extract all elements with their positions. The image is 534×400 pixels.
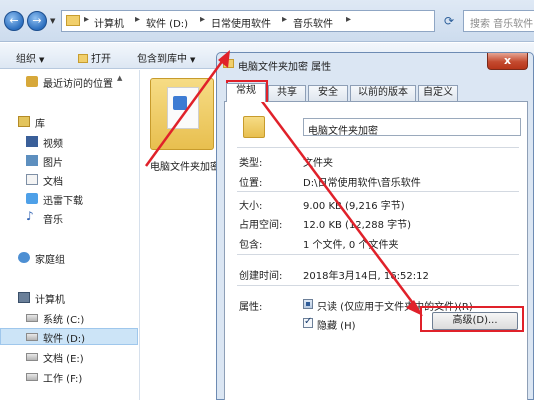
breadcrumb-drive-d[interactable]: 软件 (D:)	[146, 15, 188, 30]
type-label: 类型:	[239, 158, 263, 169]
recent-places-icon	[26, 76, 38, 87]
dialog-title: 电脑文件夹加密 属性	[238, 62, 332, 73]
folder-name-value: 电脑文件夹加密	[308, 126, 378, 137]
chevron-down-icon: ▼	[190, 56, 196, 64]
sidebar-item-label: 迅雷下载	[43, 196, 83, 207]
explorer-navigation-bar: ← → ▼ ▸ 计算机 ▸ 软件 (D:) ▸ 日常使用软件 ▸ 音乐软件 ▸ …	[0, 0, 534, 42]
disk-size-value: 12.0 KB (12,288 字节)	[303, 220, 412, 231]
hidden-checkbox[interactable]	[303, 316, 313, 328]
breadcrumb-daily-software[interactable]: 日常使用软件	[211, 15, 271, 30]
properties-dialog: 电脑文件夹加密 属性 x 常规 共享 安全 以前的版本 自定义 电脑文件夹加密 …	[216, 52, 534, 400]
organize-button[interactable]: 组织 ▼	[16, 50, 44, 65]
thunder-download-icon	[26, 193, 38, 204]
sidebar-item-label: 工作 (F:)	[43, 374, 83, 385]
music-note-icon: ♪	[26, 209, 34, 223]
folder-icon	[223, 59, 234, 68]
computer-icon	[18, 292, 30, 303]
search-input[interactable]: 搜索 音乐软件	[463, 10, 534, 32]
readonly-checkbox[interactable]	[303, 299, 313, 309]
divider	[237, 147, 519, 148]
folder-name-field[interactable]: 电脑文件夹加密	[303, 118, 521, 137]
sidebar-item-label: 库	[35, 119, 45, 130]
readonly-label[interactable]: 只读 (仅应用于文件夹中的文件)(R)	[317, 298, 473, 313]
folder-icon	[66, 15, 80, 26]
search-placeholder: 搜索 音乐软件	[470, 19, 534, 30]
tab-customize[interactable]: 自定义	[418, 85, 458, 101]
video-icon	[26, 136, 38, 147]
divider	[237, 191, 519, 192]
folder-item[interactable]: 电脑文件夹加密	[148, 78, 220, 178]
created-label: 创建时间:	[239, 271, 283, 282]
organize-label: 组织	[16, 54, 36, 65]
location-label: 位置:	[239, 178, 263, 189]
drive-icon	[26, 373, 38, 381]
divider	[237, 285, 519, 286]
contains-label: 包含:	[239, 240, 263, 251]
advanced-button[interactable]: 高级(D)...	[432, 312, 518, 330]
divider	[237, 254, 519, 255]
dialog-titlebar[interactable]: 电脑文件夹加密 属性 x	[217, 53, 533, 75]
drive-icon	[26, 314, 38, 322]
forward-arrow-icon[interactable]: →	[27, 11, 47, 31]
location-value: D:\日常使用软件\音乐软件	[303, 178, 421, 189]
include-in-library-button[interactable]: 包含到库中 ▼	[137, 50, 195, 65]
open-label: 打开	[91, 54, 111, 65]
sidebar-item-label: 音乐	[43, 215, 63, 226]
sidebar-item-label: 系统 (C:)	[43, 315, 85, 326]
type-value: 文件夹	[303, 158, 333, 169]
sidebar-item-label: 文档	[43, 177, 63, 188]
navigation-pane: ▲ 最近访问的位置 库 视频 图片 文档 迅雷下载 ♪ 音乐 家庭组 计算机 系…	[0, 70, 140, 400]
sidebar-item-label: 视频	[43, 139, 63, 150]
refresh-icon[interactable]: ⟳	[439, 10, 459, 32]
drive-icon	[26, 333, 38, 341]
breadcrumb-computer[interactable]: 计算机	[94, 15, 124, 30]
address-bar[interactable]: ▸ 计算机 ▸ 软件 (D:) ▸ 日常使用软件 ▸ 音乐软件 ▸ ▼	[61, 10, 487, 32]
tab-sharing[interactable]: 共享	[268, 85, 306, 101]
include-in-library-label: 包含到库中	[137, 54, 187, 65]
picture-icon	[26, 155, 38, 166]
attributes-label: 属性:	[239, 302, 263, 313]
folder-icon	[150, 78, 214, 150]
drive-icon	[26, 353, 38, 361]
back-arrow-icon[interactable]: ←	[4, 11, 24, 31]
document-icon	[167, 87, 199, 129]
document-icon	[26, 174, 38, 185]
breadcrumb-separator-icon[interactable]: ▸	[282, 14, 287, 25]
size-value: 9.00 KB (9,216 字节)	[303, 201, 405, 212]
scroll-up-icon[interactable]: ▲	[117, 74, 122, 82]
open-button[interactable]: 打开	[78, 50, 111, 65]
open-folder-icon	[78, 54, 88, 63]
hidden-label[interactable]: 隐藏 (H)	[317, 317, 356, 332]
folder-icon	[243, 116, 265, 138]
sidebar-item-label: 文档 (E:)	[43, 354, 84, 365]
breadcrumb-music-software[interactable]: 音乐软件	[293, 15, 333, 30]
breadcrumb-separator-icon[interactable]: ▸	[135, 14, 140, 25]
close-button[interactable]: x	[487, 53, 528, 70]
tab-strip: 常规 共享 安全 以前的版本 自定义	[224, 83, 528, 102]
contains-value: 1 个文件, 0 个文件夹	[303, 240, 399, 251]
general-tab-panel: 电脑文件夹加密 类型: 文件夹 位置: D:\日常使用软件\音乐软件 大小: 9…	[224, 101, 528, 400]
sidebar-item-label: 家庭组	[35, 255, 65, 266]
sidebar-item-label: 软件 (D:)	[43, 334, 86, 345]
tab-previous-versions[interactable]: 以前的版本	[350, 85, 416, 101]
breadcrumb-separator-icon: ▸	[84, 14, 90, 25]
disk-size-label: 占用空间:	[239, 220, 283, 231]
size-label: 大小:	[239, 201, 263, 212]
tab-general[interactable]: 常规	[226, 83, 266, 102]
folder-name: 电脑文件夹加密	[150, 162, 220, 173]
chevron-down-icon: ▼	[39, 56, 45, 64]
sidebar-item-label: 计算机	[35, 295, 65, 306]
sidebar-item-label: 最近访问的位置	[43, 79, 113, 90]
library-icon	[18, 116, 30, 127]
recent-pages-dropdown-icon[interactable]: ▼	[50, 17, 55, 25]
sidebar-item-label: 图片	[43, 158, 63, 169]
breadcrumb-separator-icon[interactable]: ▸	[200, 14, 205, 25]
breadcrumb-separator-icon[interactable]: ▸	[346, 14, 351, 25]
homegroup-icon	[18, 252, 30, 263]
created-value: 2018年3月14日, 16:52:12	[303, 271, 429, 282]
tab-security[interactable]: 安全	[308, 85, 348, 101]
